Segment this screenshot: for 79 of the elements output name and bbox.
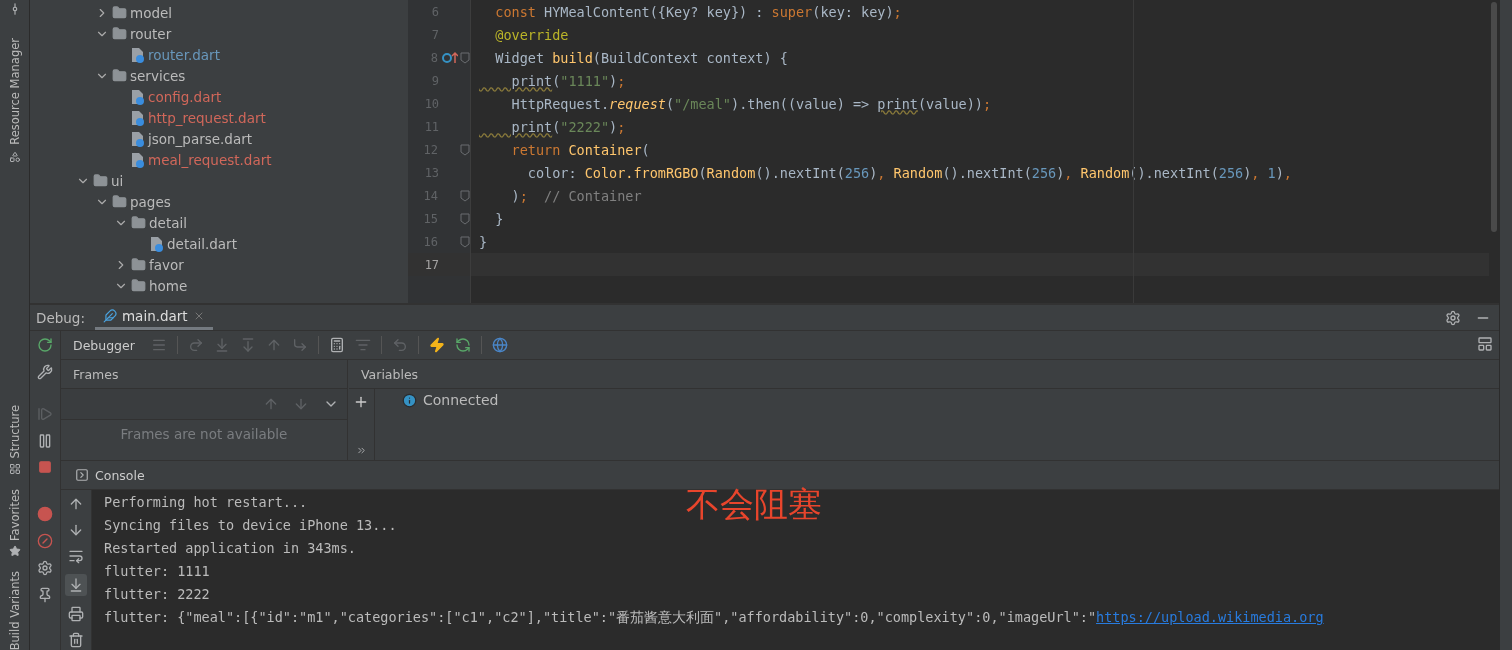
tool-window-tab[interactable]: Structure [7,405,22,459]
code-line: } [478,233,488,250]
tree-item[interactable]: detail [149,214,187,231]
lightning-icon[interactable] [428,337,445,353]
tool-window-tab[interactable]: Build Variants [7,570,22,650]
code-line: color: Color.fromRGBO(Random().nextInt(256), Random().nextInt(256), Random().nextInt(256), 1), [526,164,1292,181]
fold-marker-icon[interactable] [460,235,470,248]
console-line: Restarted application in 343ms. [104,540,356,556]
more-icon[interactable] [355,445,367,456]
scrollbar-thumb[interactable] [1491,2,1497,232]
console-line: flutter: {"meal":[{"id":"m1","categories":["c1","c2"],"title":"番茄酱意大利面","affordability":0,"complexity":0,"imageUrl":" [104,609,1097,625]
console-line: Performing hot restart... [104,494,308,510]
fold-marker-icon[interactable] [460,143,470,156]
globe-icon[interactable] [491,337,508,353]
code-line: @override [494,26,569,43]
empty-message: Frames are not available [120,426,288,442]
code-line: print("1111"); [510,72,626,89]
arrow-up-icon[interactable] [68,496,84,512]
tree-item[interactable]: pages [130,193,171,210]
tree-item[interactable]: router [130,25,172,42]
override-marker-icon[interactable] [442,50,458,65]
tree-item[interactable]: detail.dart [167,235,237,252]
tab[interactable]: main.dart [94,305,213,330]
hot-restart-icon[interactable] [454,337,471,353]
console-line: flutter: 2222 [104,586,210,602]
console-line: flutter: 1111 [104,563,210,579]
info-icon [402,392,417,408]
tree-item[interactable]: favor [149,256,184,273]
stop-icon[interactable] [38,460,52,474]
scroll-to-end-button[interactable] [65,574,87,596]
code-line: print("2222"); [510,118,626,135]
code-line: ); // Container [510,187,642,204]
add-icon[interactable] [353,394,369,410]
console-icon [75,468,89,482]
settings-icon[interactable] [1445,309,1461,326]
tree-item[interactable]: json_parse.dart [148,130,253,147]
tree-item[interactable]: meal_request.dart [148,151,272,168]
tree-item[interactable]: config.dart [148,88,222,105]
print-icon[interactable] [68,606,84,622]
annotation-text: 不会阻塞 [686,483,822,526]
breakpoints-icon[interactable] [37,506,53,522]
code-line: const HYMealContent({Key? key}) : super(key: key); [494,3,902,20]
tree-item[interactable]: home [149,277,188,294]
mute-breakpoints-icon[interactable] [37,533,53,549]
trash-icon[interactable] [68,632,84,648]
console-line: Syncing files to device iPhone 13... [104,517,397,533]
panel-title: Debug: [36,309,85,326]
tree-item[interactable]: ui [111,172,124,189]
line-number: 17 [423,257,440,272]
wrench-icon[interactable] [37,364,53,380]
tree-item[interactable]: model [130,4,173,21]
pin-icon[interactable] [37,587,53,603]
pause-icon[interactable] [37,433,53,449]
tree-item[interactable]: http_request.dart [148,109,266,126]
calculator-icon[interactable] [328,337,345,353]
wrap-icon[interactable] [68,548,84,564]
tree-item[interactable]: services [130,67,186,84]
shapes-icon [8,150,21,163]
code-line: return Container( [510,141,650,158]
tree-item[interactable]: router.dart [148,46,220,63]
code-line: Widget build(BuildContext context) { [494,49,788,66]
grid-icon [8,462,21,475]
settings-icon[interactable] [37,560,53,576]
tab[interactable]: Debugger [73,337,135,353]
fold-marker-icon[interactable] [460,212,470,225]
layout-icon[interactable] [1477,335,1493,352]
status-text: Connected [423,392,499,408]
rerun-icon[interactable] [37,337,53,353]
code-line: } [494,210,504,227]
star-icon [8,544,21,557]
fold-marker-icon[interactable] [460,51,470,64]
tab[interactable]: Console [95,467,145,483]
tool-window-tab[interactable]: Resource Manager [7,38,22,145]
link[interactable]: https://upload.wikimedia.org [1096,609,1324,625]
scroll-to-end-icon [68,577,84,593]
tool-window-tab[interactable]: Favorites [7,488,22,541]
code-line: HttpRequest.request("/meal").then((value) => print(value)); [510,95,992,112]
pane-title: Variables [349,360,1499,389]
fold-marker-icon[interactable] [460,189,470,202]
